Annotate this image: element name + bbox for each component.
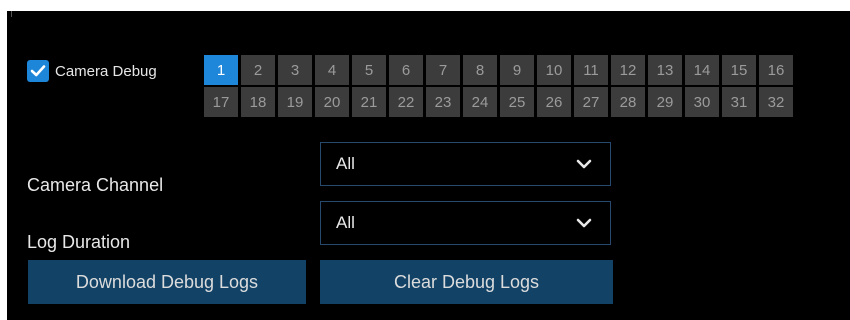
clear-debug-logs-button[interactable]: Clear Debug Logs <box>320 260 613 304</box>
channel-button-11[interactable]: 11 <box>574 55 608 85</box>
log-duration-value: All <box>336 213 355 232</box>
channel-button-32[interactable]: 32 <box>759 87 793 117</box>
camera-channel-select[interactable]: All <box>320 142 611 186</box>
channel-button-17[interactable]: 17 <box>204 87 238 117</box>
channel-button-22[interactable]: 22 <box>389 87 423 117</box>
channel-button-20[interactable]: 20 <box>315 87 349 117</box>
log-duration-select[interactable]: All <box>320 201 611 245</box>
channel-button-16[interactable]: 16 <box>759 55 793 85</box>
channel-button-2[interactable]: 2 <box>241 55 275 85</box>
channel-button-9[interactable]: 9 <box>500 55 534 85</box>
camera-channel-value: All <box>336 154 355 173</box>
camera-channel-label: Camera Channel <box>27 175 164 195</box>
channel-button-19[interactable]: 19 <box>278 87 312 117</box>
channel-button-21[interactable]: 21 <box>352 87 386 117</box>
channel-button-24[interactable]: 24 <box>463 87 497 117</box>
camera-debug-label: Camera Debug <box>55 62 157 80</box>
chevron-down-icon <box>576 218 592 228</box>
channel-button-4[interactable]: 4 <box>315 55 349 85</box>
channel-button-8[interactable]: 8 <box>463 55 497 85</box>
channel-button-1[interactable]: 1 <box>204 55 238 85</box>
channel-button-25[interactable]: 25 <box>500 87 534 117</box>
channel-button-7[interactable]: 7 <box>426 55 460 85</box>
channel-button-23[interactable]: 23 <box>426 87 460 117</box>
channel-button-18[interactable]: 18 <box>241 87 275 117</box>
channel-button-5[interactable]: 5 <box>352 55 386 85</box>
channel-button-30[interactable]: 30 <box>685 87 719 117</box>
channel-button-3[interactable]: 3 <box>278 55 312 85</box>
log-duration-label: Log Duration <box>27 232 131 252</box>
camera-debug-toggle[interactable]: Camera Debug <box>27 55 157 87</box>
channel-button-15[interactable]: 15 <box>722 55 756 85</box>
channel-button-14[interactable]: 14 <box>685 55 719 85</box>
chevron-down-icon <box>576 159 592 169</box>
channel-button-12[interactable]: 12 <box>611 55 645 85</box>
download-debug-logs-button[interactable]: Download Debug Logs <box>28 260 306 304</box>
channel-button-27[interactable]: 27 <box>574 87 608 117</box>
channel-button-29[interactable]: 29 <box>648 87 682 117</box>
channel-button-13[interactable]: 13 <box>648 55 682 85</box>
channel-button-31[interactable]: 31 <box>722 87 756 117</box>
channel-button-6[interactable]: 6 <box>389 55 423 85</box>
checkmark-icon[interactable] <box>27 60 49 82</box>
channel-grid: 1 2 3 4 5 6 7 8 9 10 11 12 13 14 15 16 17 18 19 20 21 22 23 24 2… <box>204 55 811 117</box>
channel-button-28[interactable]: 28 <box>611 87 645 117</box>
channel-button-10[interactable]: 10 <box>537 55 571 85</box>
channel-button-26[interactable]: 26 <box>537 87 571 117</box>
corner-marker <box>7 11 12 17</box>
